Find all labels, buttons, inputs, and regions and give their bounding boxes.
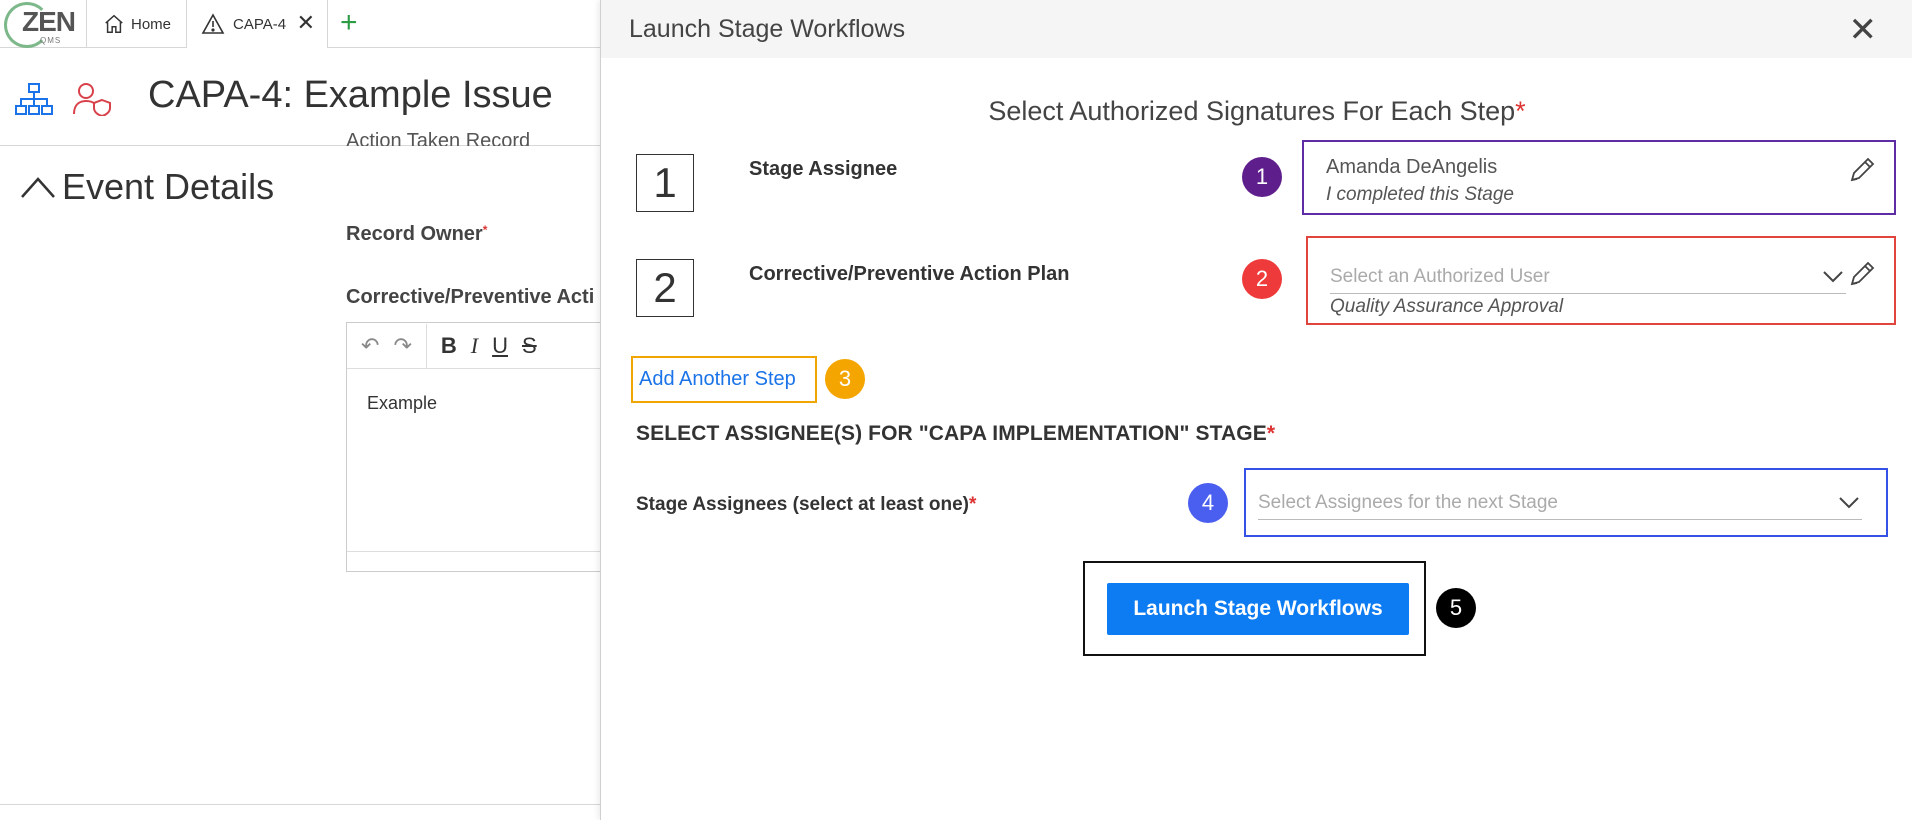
signatures-heading: Select Authorized Signatures For Each St… (601, 96, 1912, 127)
callout-badge-1: 1 (1242, 157, 1282, 197)
chevron-down-icon (1839, 497, 1859, 509)
record-owner-text: Record Owner (346, 223, 483, 245)
callout-badge-2: 2 (1242, 259, 1282, 299)
step-2-note: Quality Assurance Approval (1330, 296, 1564, 317)
step-number-1: 1 (636, 154, 694, 212)
add-step-highlight: Add Another Step (631, 356, 817, 403)
callout-badge-4: 4 (1188, 483, 1228, 523)
launch-highlight: Launch Stage Workflows (1083, 561, 1426, 656)
logo-text: ZEN (22, 6, 76, 37)
editor-content[interactable]: Example (347, 369, 605, 438)
panel-header: Launch Stage Workflows ✕ (601, 0, 1912, 58)
required-mark: * (1266, 422, 1276, 445)
signatures-heading-text: Select Authorized Signatures For Each St… (988, 96, 1516, 126)
stage-assignees-label-text: Stage Assignees (select at least one) (636, 494, 969, 515)
corrective-action-label: Corrective/Preventive Acti (346, 286, 595, 308)
tab-home[interactable]: Home (86, 0, 186, 48)
chevron-down-icon (1823, 271, 1843, 283)
logo-subtext: QMS (40, 36, 62, 45)
panel-title: Launch Stage Workflows (629, 15, 906, 43)
authorized-user-select[interactable]: Select an Authorized User (1330, 264, 1846, 294)
required-mark: * (1515, 96, 1526, 126)
home-icon (105, 14, 123, 33)
underline-icon[interactable]: U (492, 333, 508, 359)
step-1-assignee: Amanda DeAngelis (1326, 156, 1498, 178)
zen-qms-logo[interactable]: ZEN QMS (4, 2, 76, 48)
close-icon[interactable]: ✕ (1849, 10, 1878, 50)
step-1-note: I completed this Stage (1326, 184, 1514, 205)
undo-icon[interactable]: ↶ (361, 333, 379, 359)
step-2-signature-box: Select an Authorized User Quality Assura… (1306, 236, 1896, 325)
warning-icon (201, 13, 225, 34)
stage-assignees-label: Stage Assignees (select at least one)* (636, 494, 976, 516)
add-another-step-link[interactable]: Add Another Step (639, 368, 796, 391)
stage-assignees-placeholder: Select Assignees for the next Stage (1258, 492, 1558, 513)
step-1-signature-box: Amanda DeAngelis I completed this Stage (1302, 140, 1896, 215)
strikethrough-icon[interactable]: S (522, 333, 537, 359)
tab-capa-4[interactable]: CAPA-4 ✕ (186, 0, 328, 48)
assignees-heading-text: SELECT ASSIGNEE(S) FOR "CAPA IMPLEMENTAT… (636, 422, 1267, 445)
page-title: CAPA-4: Example Issue (148, 74, 553, 116)
editor-status-bar (347, 551, 605, 571)
edit-pencil-icon[interactable] (1846, 258, 1878, 290)
workflow-hierarchy-icon[interactable] (14, 82, 54, 116)
authorized-user-placeholder: Select an Authorized User (1330, 266, 1550, 287)
add-tab-icon[interactable]: + (340, 6, 358, 40)
launch-stage-workflows-button[interactable]: Launch Stage Workflows (1107, 583, 1409, 635)
chevron-up-icon (21, 177, 55, 198)
tab-capa-label: CAPA-4 (233, 15, 287, 33)
rich-text-editor[interactable]: ↶ ↷ B I U S Example (346, 322, 606, 572)
tab-home-label: Home (131, 15, 172, 33)
close-tab-icon[interactable]: ✕ (297, 10, 315, 36)
toolbar-separator (425, 323, 427, 368)
record-owner-label: Record Owner* (346, 223, 487, 246)
italic-icon[interactable]: I (471, 333, 478, 359)
clipped-field-label: Action Taken Record (346, 130, 531, 146)
assignees-heading: SELECT ASSIGNEE(S) FOR "CAPA IMPLEMENTAT… (636, 422, 1275, 446)
assignees-select-box: Select Assignees for the next Stage (1244, 468, 1888, 537)
user-shield-icon[interactable] (72, 82, 112, 116)
required-mark: * (968, 494, 977, 515)
bold-icon[interactable]: B (441, 333, 457, 359)
required-mark: * (482, 223, 488, 237)
edit-pencil-icon[interactable] (1846, 154, 1878, 186)
step-name-2: Corrective/Preventive Action Plan (749, 263, 1070, 285)
callout-badge-5: 5 (1436, 588, 1476, 628)
section-event-details[interactable]: Event Details (20, 166, 274, 208)
callout-badge-3: 3 (825, 359, 865, 399)
editor-toolbar: ↶ ↷ B I U S (347, 323, 605, 369)
bottom-divider (0, 804, 600, 805)
redo-icon[interactable]: ↷ (393, 333, 411, 359)
step-number-2: 2 (636, 259, 694, 317)
section-title: Event Details (62, 166, 275, 207)
stage-assignees-select[interactable]: Select Assignees for the next Stage (1258, 490, 1862, 520)
step-name-1: Stage Assignee (749, 158, 898, 180)
record-toolbar (14, 82, 112, 116)
launch-stage-workflows-panel: Launch Stage Workflows ✕ Select Authoriz… (600, 0, 1912, 820)
